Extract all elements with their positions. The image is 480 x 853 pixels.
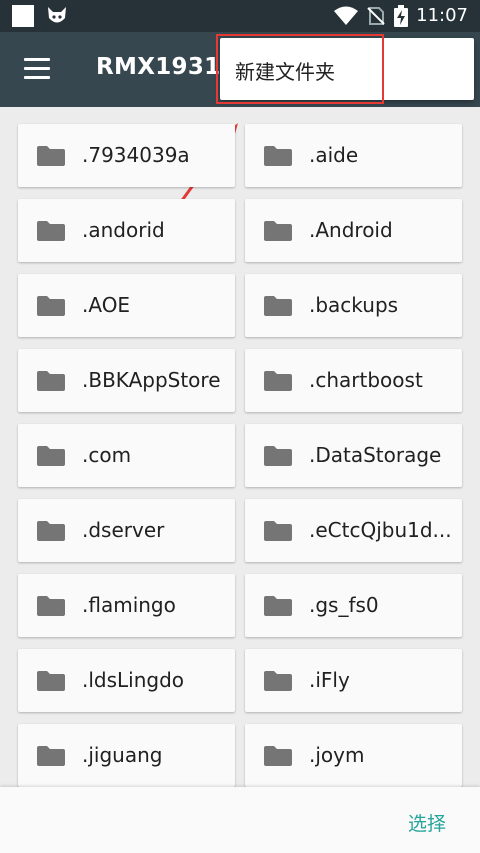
folder-item[interactable]: .iFly <box>245 649 462 712</box>
battery-charging-icon <box>394 5 409 27</box>
status-bar-right: 11:07 <box>334 4 468 28</box>
folder-icon <box>264 221 292 241</box>
wifi-icon <box>334 6 359 25</box>
folder-item[interactable]: .7934039a <box>18 124 235 187</box>
no-sim-icon <box>367 7 385 25</box>
folder-icon <box>37 746 65 766</box>
folder-name: .AOE <box>82 293 131 317</box>
select-button[interactable]: 选择 <box>408 809 446 836</box>
folder-icon <box>37 671 65 691</box>
folder-icon <box>37 521 65 541</box>
folder-grid: .7934039a .aide .andorid .Android .AOE .backu… <box>18 124 462 787</box>
folder-item[interactable]: .DataStorage <box>245 424 462 487</box>
folder-name: .andorid <box>82 218 165 242</box>
folder-icon <box>37 221 65 241</box>
menu-item-new-folder[interactable]: 新建文件夹 <box>235 56 335 85</box>
folder-item[interactable]: .dserver <box>18 499 235 562</box>
folder-icon <box>264 446 292 466</box>
cat-icon <box>48 7 66 23</box>
folder-icon <box>37 446 65 466</box>
folder-item[interactable]: .gs_fs0 <box>245 574 462 637</box>
folder-item[interactable]: .chartboost <box>245 349 462 412</box>
folder-item[interactable]: .joym <box>245 724 462 787</box>
folder-item[interactable]: .BBKAppStore <box>18 349 235 412</box>
folder-item[interactable]: .eCtcQjbu1d... <box>245 499 462 562</box>
folder-icon <box>264 521 292 541</box>
folder-item[interactable]: .backups <box>245 274 462 337</box>
folder-name: .com <box>82 443 132 467</box>
folder-name: .iFly <box>309 668 350 692</box>
folder-icon <box>37 371 65 391</box>
folder-item[interactable]: .flamingo <box>18 574 235 637</box>
folder-icon <box>264 596 292 616</box>
folder-name: .eCtcQjbu1d... <box>309 518 452 542</box>
folder-icon <box>37 596 65 616</box>
folder-item[interactable]: .aide <box>245 124 462 187</box>
folder-item[interactable]: .andorid <box>18 199 235 262</box>
folder-icon <box>37 296 65 316</box>
square-icon <box>12 5 34 27</box>
hamburger-icon[interactable] <box>24 58 50 80</box>
folder-name: .7934039a <box>82 143 190 167</box>
overflow-menu: 新建文件夹 <box>220 38 474 100</box>
folder-name: .backups <box>309 293 399 317</box>
folder-name: .DataStorage <box>309 443 442 467</box>
status-bar-left <box>12 5 68 27</box>
folder-icon <box>264 371 292 391</box>
folder-icon <box>264 671 292 691</box>
folder-icon <box>264 146 292 166</box>
folder-item[interactable]: .ldsLingdo <box>18 649 235 712</box>
folder-name: .chartboost <box>309 368 423 392</box>
folder-name: .joym <box>309 743 365 767</box>
folder-name: .gs_fs0 <box>309 593 379 617</box>
bottom-bar: 选择 <box>0 787 480 853</box>
folder-item[interactable]: .com <box>18 424 235 487</box>
folder-name: .aide <box>309 143 359 167</box>
page-title: RMX1931 <box>96 54 221 80</box>
folder-icon <box>37 146 65 166</box>
folder-icon <box>264 296 292 316</box>
folder-name: .Android <box>309 218 393 242</box>
folder-name: .jiguang <box>82 743 163 767</box>
folder-name: .ldsLingdo <box>82 668 185 692</box>
folder-name: .dserver <box>82 518 165 542</box>
folder-name: .flamingo <box>82 593 176 617</box>
status-bar: 11:07 <box>0 0 480 32</box>
folder-item[interactable]: .jiguang <box>18 724 235 787</box>
folder-item[interactable]: .AOE <box>18 274 235 337</box>
folder-icon <box>264 746 292 766</box>
folder-item[interactable]: .Android <box>245 199 462 262</box>
folder-name: .BBKAppStore <box>82 368 221 392</box>
clock: 11:07 <box>416 5 468 26</box>
